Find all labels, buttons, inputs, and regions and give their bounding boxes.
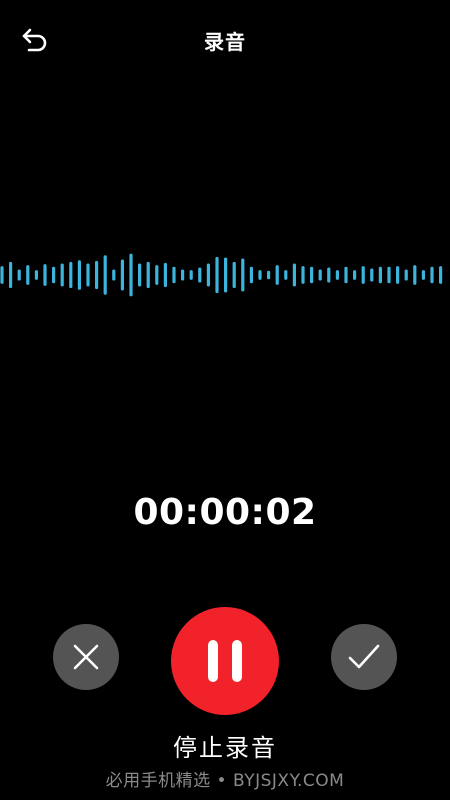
confirm-button[interactable] [331,624,397,690]
pause-icon [208,640,242,682]
top-bar: 录音 [0,0,450,80]
recording-controls [0,600,450,715]
pause-button[interactable] [171,607,279,715]
audio-waveform [0,253,443,297]
page-title: 录音 [204,30,246,54]
cancel-button[interactable] [53,624,119,690]
checkmark-icon [348,644,380,669]
close-icon [73,644,99,670]
recording-timer: 00:00:02 [133,492,317,533]
stop-recording-label: 停止录音 [173,734,277,762]
watermark-text: 必用手机精选 • BYJSJXY.COM [105,771,345,791]
